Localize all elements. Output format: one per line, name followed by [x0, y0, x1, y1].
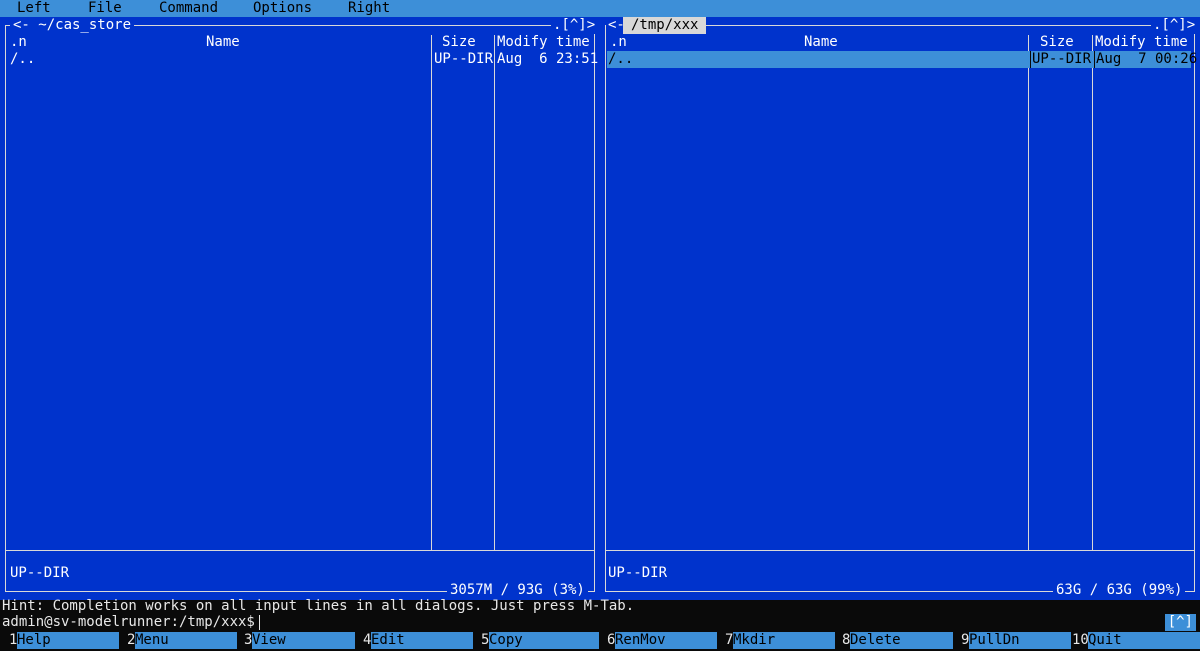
right-column-size[interactable]: Size	[1040, 34, 1074, 51]
file-name: /..	[10, 51, 36, 67]
fkey-delete[interactable]: 8 Delete	[836, 632, 954, 649]
menu-options[interactable]: Options	[253, 0, 312, 17]
fkey-quit[interactable]: 10 Quit	[1072, 632, 1200, 649]
fkey-mkdir[interactable]: 7 Mkdir	[718, 632, 836, 649]
right-panel-status: UP--DIR	[608, 565, 668, 581]
left-sort-indicator[interactable]: .n	[10, 34, 27, 51]
fkey-edit[interactable]: 4 Edit	[356, 632, 474, 649]
fkey-menu[interactable]: 2 Menu	[120, 632, 238, 649]
shell-prompt: admin@sv-modelrunner:/tmp/xxx$	[2, 614, 255, 630]
right-file-row-selected[interactable]: /.. UP--DIR Aug 7 00:26	[607, 51, 1197, 68]
function-key-bar: 1 Help 2 Menu 3 View 4 Edit 5 Copy 6 Ren…	[0, 631, 1200, 651]
file-mtime: Aug 6 23:51	[497, 51, 599, 67]
fkey-view[interactable]: 3 View	[238, 632, 356, 649]
left-column-mtime[interactable]: Modify time	[497, 34, 590, 51]
menu-file[interactable]: File	[88, 0, 122, 17]
left-panel-frame	[5, 25, 595, 592]
menu-right[interactable]: Right	[348, 0, 390, 17]
right-column-mtime[interactable]: Modify time	[1095, 34, 1188, 51]
fkey-help[interactable]: 1 Help	[0, 632, 120, 649]
text-cursor	[258, 614, 260, 630]
file-size: UP--DIR	[434, 51, 494, 67]
column-separator	[1030, 51, 1031, 68]
hint-line: Hint: Completion works on all input line…	[2, 598, 635, 614]
left-column-name[interactable]: Name	[206, 34, 240, 51]
left-panel[interactable]: <- ~/cas_store .[^]> .n Name Size Modify…	[0, 17, 600, 600]
left-panel-corner-button[interactable]: .[^]>	[551, 17, 598, 34]
left-column-size[interactable]: Size	[442, 34, 476, 51]
right-panel[interactable]: <- /tmp/xxx .[^]> .n Name Size Modify ti…	[600, 17, 1200, 600]
file-name: /..	[608, 51, 634, 67]
right-panel-disk-free: 63G / 63G (99%)	[1053, 582, 1186, 599]
file-mtime: Aug 7 00:26	[1096, 51, 1198, 67]
right-sort-indicator[interactable]: .n	[610, 34, 627, 51]
right-column-name[interactable]: Name	[804, 34, 838, 51]
left-panel-status: UP--DIR	[10, 565, 70, 581]
command-history-button[interactable]: [^]	[1164, 614, 1196, 631]
fkey-renmov[interactable]: 6 RenMov	[600, 632, 718, 649]
fkey-copy[interactable]: 5 Copy	[474, 632, 600, 649]
command-line[interactable]: admin@sv-modelrunner:/tmp/xxx$	[2, 614, 260, 631]
right-panel-frame	[605, 25, 1195, 592]
menu-command[interactable]: Command	[159, 0, 218, 17]
menu-left[interactable]: Left	[17, 0, 51, 17]
right-panel-corner-button[interactable]: .[^]>	[1151, 17, 1198, 34]
right-panel-path[interactable]: /tmp/xxx	[623, 17, 707, 34]
left-panel-disk-free: 3057M / 93G (3%)	[447, 582, 588, 599]
fkey-pulldn[interactable]: 9 PullDn	[954, 632, 1072, 649]
file-size: UP--DIR	[1032, 51, 1092, 67]
menu-bar: Left File Command Options Right	[0, 0, 1200, 17]
column-separator	[1094, 51, 1095, 68]
left-panel-path[interactable]: <- ~/cas_store	[10, 17, 135, 34]
